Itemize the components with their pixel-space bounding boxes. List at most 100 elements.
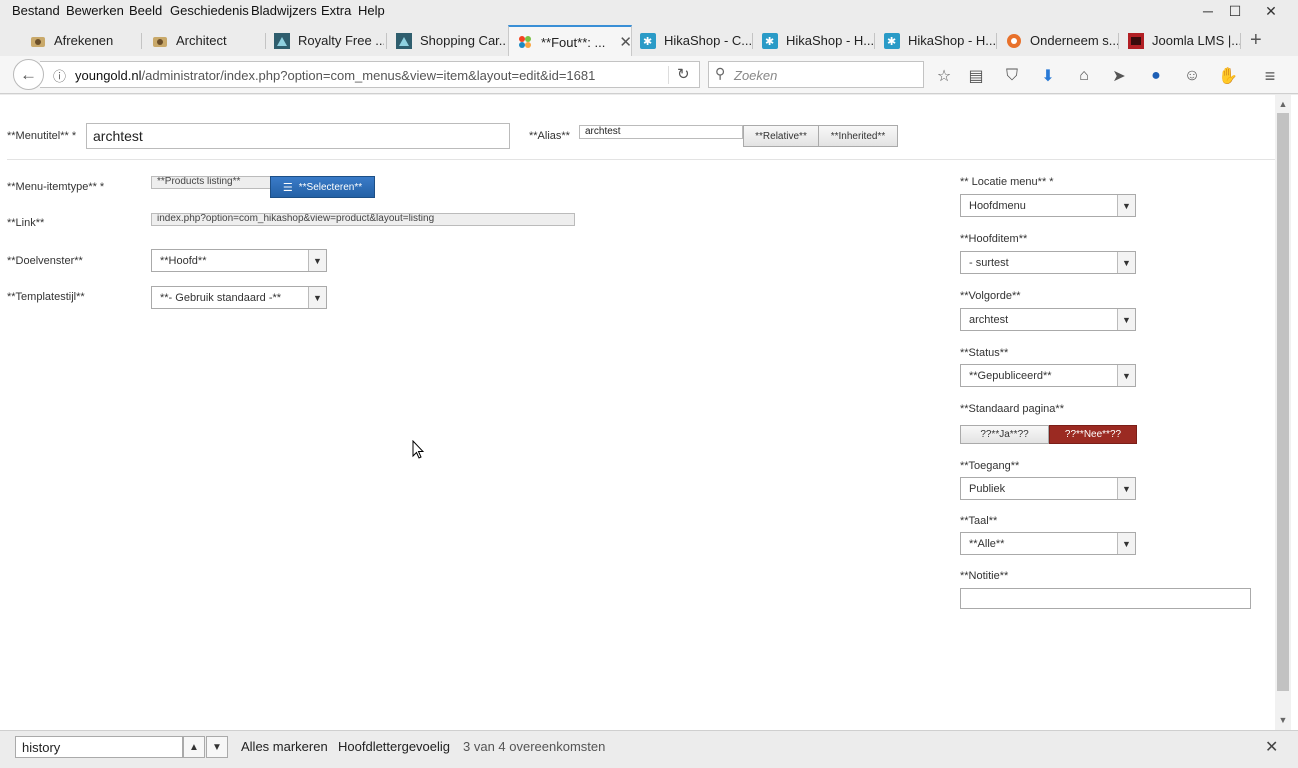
menu-geschiedenis[interactable]: Geschiedenis <box>170 3 249 18</box>
tab-onderneem[interactable]: Onderneem s... <box>998 25 1118 56</box>
url-domain: youngold.nl <box>75 68 142 83</box>
itemtype-label: **Menu-itemtype** * <box>7 181 105 193</box>
menutitel-label: **Menutitel** * <box>7 130 77 142</box>
taal-select[interactable]: **Alle** ▼ <box>960 532 1136 555</box>
volgorde-select[interactable]: archtest ▼ <box>960 308 1136 331</box>
tab-label: Shopping Car... <box>420 33 506 48</box>
browser-chrome: Bestand Bewerken Beeld Geschiedenis Blad… <box>0 0 1298 95</box>
back-button[interactable]: ← <box>13 59 44 90</box>
status-select[interactable]: **Gepubliceerd** ▼ <box>960 364 1136 387</box>
locatie-select[interactable]: Hoofdmenu ▼ <box>960 194 1136 217</box>
url-text[interactable]: youngold.nl/administrator/index.php?opti… <box>75 68 595 83</box>
tab-hikashop-3[interactable]: ✱ HikaShop - H... <box>876 25 996 56</box>
alias-label: **Alias** <box>529 130 570 142</box>
menu-bewerken[interactable]: Bewerken <box>66 3 124 18</box>
mouse-cursor-icon <box>412 440 424 459</box>
menu-help[interactable]: Help <box>358 3 385 18</box>
selecteren-button[interactable]: ☰ **Selecteren** <box>270 176 375 198</box>
chevron-down-icon: ▼ <box>1117 365 1135 386</box>
send-icon[interactable]: ➤ <box>1108 65 1130 87</box>
volgorde-label: **Volgorde** <box>960 290 1021 302</box>
new-tab-icon[interactable]: + <box>1250 29 1262 52</box>
reader-list-icon[interactable]: ▤ <box>965 65 987 87</box>
match-case-toggle[interactable]: Hoofdlettergevoelig <box>338 739 450 754</box>
chevron-down-icon: ▼ <box>308 250 326 271</box>
inherited-button[interactable]: **Inherited** <box>818 125 898 147</box>
standaard-label: **Standaard pagina** <box>960 403 1064 415</box>
extension-icon[interactable]: ✋ <box>1217 65 1239 87</box>
templatestijl-value: **- Gebruik standaard -** <box>160 292 282 304</box>
tab-royalty-free[interactable]: Royalty Free ... <box>266 25 384 56</box>
templatestijl-select[interactable]: **- Gebruik standaard -** ▼ <box>151 286 327 309</box>
find-previous-button[interactable]: ▲ <box>183 736 205 758</box>
toegang-label: **Toegang** <box>960 460 1020 472</box>
bookmark-star-icon[interactable]: ☆ <box>933 65 955 87</box>
menu-extra[interactable]: Extra <box>321 3 351 18</box>
shop-icon <box>152 33 168 49</box>
url-path: /administrator/index.php?option=com_menu… <box>141 68 596 83</box>
svg-text:✱: ✱ <box>643 35 652 48</box>
url-bar[interactable]: ⓘ youngold.nl/administrator/index.php?op… <box>40 61 700 88</box>
hamburger-menu-icon[interactable]: ≡ <box>1259 65 1281 87</box>
ja-button[interactable]: ??**Ja**?? <box>960 425 1049 444</box>
close-tab-icon[interactable]: ✕ <box>619 33 631 51</box>
hoofditem-select[interactable]: - surtest ▼ <box>960 251 1136 274</box>
tab-afrekenen[interactable]: Afrekenen <box>22 25 140 56</box>
scroll-down-icon[interactable]: ▼ <box>1275 715 1291 727</box>
tab-label: Joomla LMS |... <box>1152 33 1240 48</box>
nee-button[interactable]: ??**Nee**?? <box>1049 425 1137 444</box>
tab-strip: Afrekenen Architect Royalty Free ... Sho… <box>0 25 1298 57</box>
doelvenster-value: **Hoofd** <box>160 255 207 267</box>
tab-hikashop-1[interactable]: ✱ HikaShop - C... <box>632 25 752 56</box>
close-findbar-icon[interactable]: ✕ <box>1265 737 1278 757</box>
notitie-label: **Notitie** <box>960 570 1009 582</box>
tab-separator <box>996 33 997 49</box>
highlight-all-toggle[interactable]: Alles markeren <box>241 739 328 754</box>
pocket-icon[interactable]: ⛉ <box>1001 65 1023 87</box>
hikashop-icon: ✱ <box>762 32 778 49</box>
doelvenster-select[interactable]: **Hoofd** ▼ <box>151 249 327 272</box>
chevron-down-icon: ▼ <box>1117 478 1135 499</box>
menu-bestand[interactable]: Bestand <box>12 3 60 18</box>
find-input[interactable]: history <box>15 736 183 758</box>
smiley-icon[interactable]: ☺ <box>1181 65 1203 87</box>
chevron-down-icon: ▼ <box>212 741 222 753</box>
chevron-down-icon: ▼ <box>1117 252 1135 273</box>
info-icon[interactable]: ⓘ <box>53 66 66 85</box>
chevron-up-icon: ▲ <box>189 741 199 753</box>
tab-joomla-lms[interactable]: Joomla LMS |... <box>1120 25 1240 56</box>
navigation-bar: ⓘ youngold.nl/administrator/index.php?op… <box>0 56 1298 94</box>
menu-bladwijzers[interactable]: Bladwijzers <box>251 3 317 18</box>
scrollbar-thumb[interactable] <box>1277 113 1289 691</box>
tab-shopping-cart[interactable]: Shopping Car... <box>388 25 506 56</box>
locatie-label: ** Locatie menu** * <box>960 176 1054 188</box>
svg-text:✱: ✱ <box>887 35 896 48</box>
reload-icon[interactable]: ↻ <box>677 65 690 83</box>
status-value: **Gepubliceerd** <box>969 370 1052 382</box>
extension-globe-icon[interactable]: ● <box>1145 65 1167 87</box>
tab-separator <box>1118 33 1119 49</box>
tab-architect[interactable]: Architect <box>144 25 262 56</box>
toegang-value: Publiek <box>969 483 1006 495</box>
close-window-button[interactable]: ✕ <box>1249 0 1293 22</box>
find-next-button[interactable]: ▼ <box>206 736 228 758</box>
menu-beeld[interactable]: Beeld <box>129 3 162 18</box>
status-label: **Status** <box>960 347 1009 359</box>
tab-label: Onderneem s... <box>1030 33 1118 48</box>
tab-fout-active[interactable]: **Fout**: ... ✕ <box>508 25 632 57</box>
toegang-select[interactable]: Publiek ▼ <box>960 477 1136 500</box>
home-icon[interactable]: ⌂ <box>1073 65 1095 87</box>
photo-icon <box>274 32 290 49</box>
search-icon: ⚲ <box>715 65 726 81</box>
vertical-scrollbar[interactable]: ▲ ▼ <box>1275 95 1291 730</box>
search-bar[interactable]: ⚲ Zoeken <box>708 61 924 88</box>
tab-hikashop-2[interactable]: ✱ HikaShop - H... <box>754 25 874 56</box>
alias-input[interactable]: archtest <box>579 125 743 139</box>
download-icon[interactable]: ⬇ <box>1037 65 1059 87</box>
lms-icon <box>1128 32 1144 49</box>
menutitel-input[interactable]: archtest <box>86 123 510 149</box>
hikashop-icon: ✱ <box>640 32 656 49</box>
relative-button[interactable]: **Relative** <box>743 125 819 147</box>
scroll-up-icon[interactable]: ▲ <box>1275 99 1291 111</box>
notitie-input[interactable] <box>960 588 1251 609</box>
